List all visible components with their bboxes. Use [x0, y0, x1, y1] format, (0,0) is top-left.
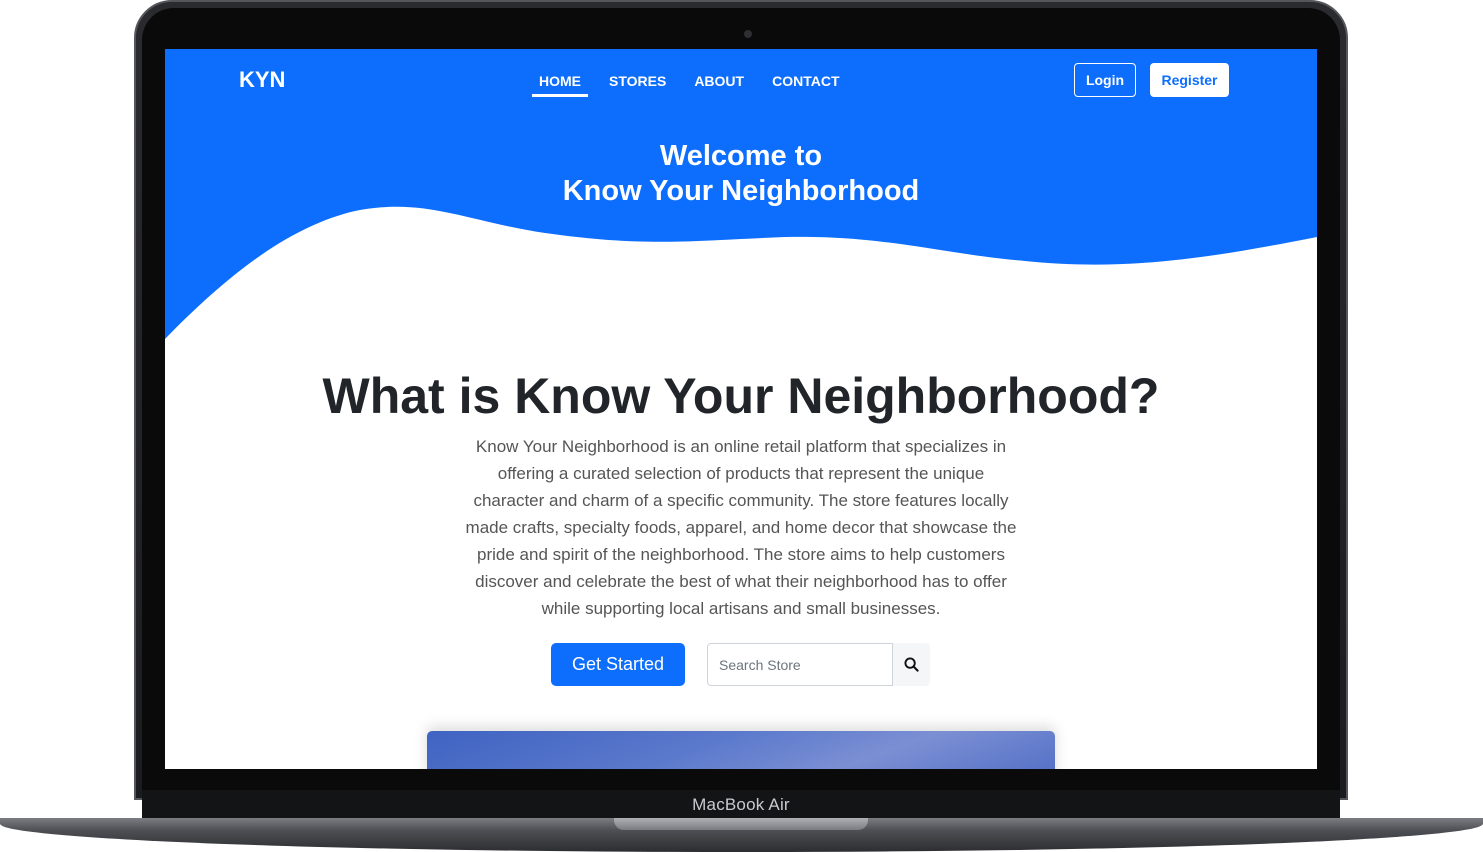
nav-link-contact[interactable]: CONTACT — [765, 49, 846, 97]
laptop-base-notch — [614, 818, 868, 830]
get-started-button[interactable]: Get Started — [551, 643, 685, 686]
laptop-chin: MacBook Air — [142, 790, 1340, 820]
nav-link-stores[interactable]: STORES — [602, 49, 673, 97]
hero-title-line1: Welcome to — [659, 140, 823, 172]
login-button[interactable]: Login — [1074, 63, 1136, 97]
nav-links: HOME STORES ABOUT CONTACT — [532, 49, 861, 113]
section-description: Know Your Neighborhood is an online reta… — [465, 437, 1017, 618]
device-label: MacBook Air — [692, 795, 790, 814]
hero-title: Welcome to Know Your Neighborhood — [165, 139, 1317, 209]
register-button[interactable]: Register — [1150, 63, 1229, 97]
brand-logo[interactable]: KYN — [239, 67, 285, 93]
hero-title-line2: Know Your Neighborhood — [562, 175, 920, 207]
featured-image-card — [427, 731, 1055, 769]
nav-link-home[interactable]: HOME — [532, 49, 588, 97]
nav-link-about[interactable]: ABOUT — [687, 49, 751, 97]
search-button[interactable] — [893, 643, 930, 686]
navbar: KYN HOME STORES ABOUT CONTACT Login Regi… — [165, 49, 1317, 113]
camera-icon — [744, 30, 752, 38]
search-icon — [904, 657, 919, 672]
search-input[interactable] — [707, 643, 893, 686]
section-title: What is Know Your Neighborhood? — [322, 368, 1160, 424]
website-screen: KYN HOME STORES ABOUT CONTACT Login Regi… — [165, 49, 1317, 769]
